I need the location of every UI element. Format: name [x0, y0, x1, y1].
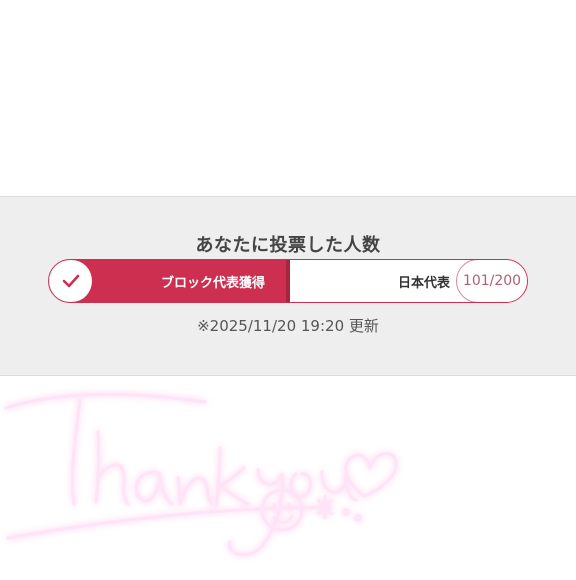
current-rank-label: ブロック代表獲得: [160, 276, 265, 291]
vote-progress-bar: ブロック代表獲得 日本代表 101/200: [48, 259, 528, 303]
update-timestamp: ※2025/11/20 19:20 更新: [197, 317, 379, 335]
heart-icon: [344, 452, 398, 498]
vote-panel: あなたに投票した人数 ブロック代表獲得 日本代表 101/200 ※2025/1…: [0, 196, 576, 376]
thank-you-neon-art: [0, 386, 576, 576]
check-icon: [62, 274, 80, 288]
thank-you-lettering: [4, 392, 358, 557]
vote-count-badge: 101/200: [456, 260, 527, 302]
check-badge: [49, 260, 93, 302]
vote-count-title: あなたに投票した人数: [195, 235, 381, 256]
